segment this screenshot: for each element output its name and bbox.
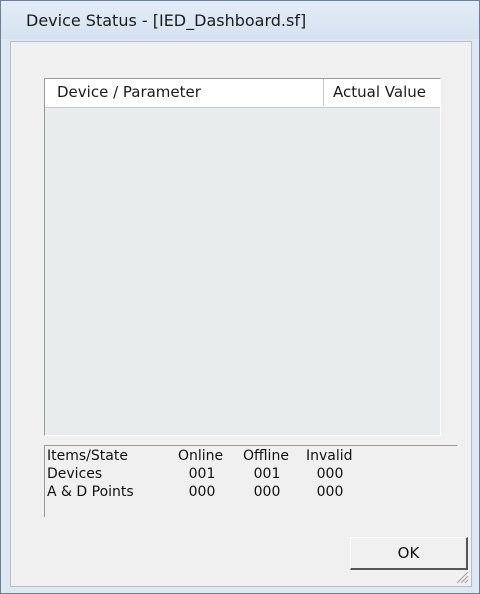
summary-header-offline: Offline — [243, 448, 289, 464]
column-header-actual-value[interactable]: Actual Value — [324, 79, 440, 106]
list-header: Device / Parameter Actual Value — [45, 79, 440, 108]
dialog-client-area: Device / Parameter Actual Value Items/St… — [10, 41, 472, 587]
devices-online-count: 001 — [188, 466, 216, 482]
devices-offline-count: 001 — [253, 466, 281, 482]
summary-header-invalid: Invalid — [306, 448, 353, 464]
summary-header-items: Items/State — [47, 448, 128, 464]
window-title: Device Status - [IED_Dashboard.sf] — [26, 11, 307, 30]
device-status-window: Device Status - [IED_Dashboard.sf] Devic… — [0, 0, 480, 594]
ok-button[interactable]: OK — [350, 537, 468, 570]
points-offline-count: 000 — [253, 484, 281, 500]
devices-invalid-count: 000 — [316, 466, 344, 482]
title-bar[interactable]: Device Status - [IED_Dashboard.sf] — [1, 1, 479, 39]
summary-header-online: Online — [178, 448, 224, 464]
column-header-device[interactable]: Device / Parameter — [45, 79, 325, 106]
summary-label: Devices — [47, 466, 103, 482]
points-invalid-count: 000 — [316, 484, 344, 500]
summary-label: A & D Points — [47, 484, 134, 500]
device-list[interactable]: Device / Parameter Actual Value — [44, 78, 441, 436]
resize-grip-icon[interactable] — [453, 568, 469, 584]
points-online-count: 000 — [188, 484, 216, 500]
status-summary: Items/State Online Offline Invalid Devic… — [44, 445, 457, 517]
